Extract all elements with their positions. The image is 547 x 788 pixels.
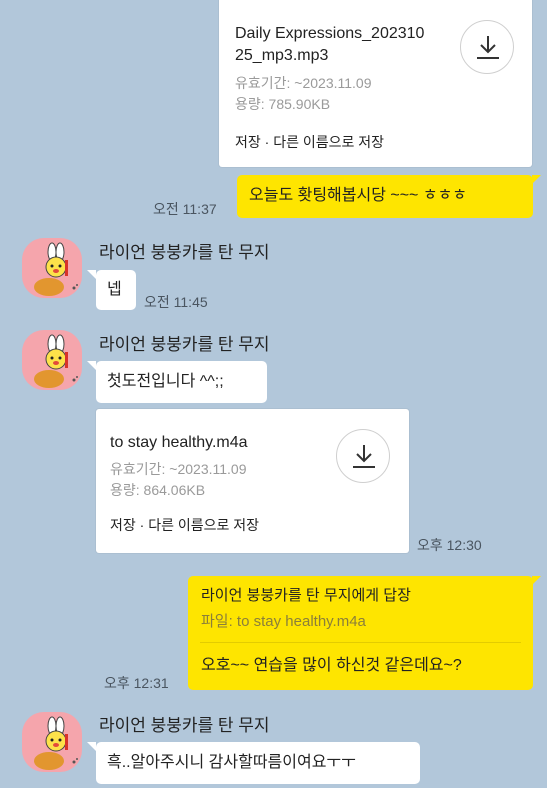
ryan-muzi-avatar-icon — [34, 716, 78, 770]
file-name-line-2: 25_mp3.mp3 — [235, 47, 329, 64]
sender-name: 라이언 붕붕카를 탄 무지 — [99, 335, 270, 354]
bubble-tail — [532, 576, 541, 585]
message-time: 오전 11:37 — [153, 201, 217, 217]
file-size: 용량: 785.90KB — [235, 96, 331, 112]
download-button[interactable] — [336, 429, 390, 483]
sender-avatar[interactable] — [22, 238, 82, 298]
file-name: to stay healthy.m4a — [110, 434, 248, 451]
file-name: Daily Expressions_202310 25_mp3.mp3 — [235, 23, 424, 67]
sender-avatar[interactable] — [22, 330, 82, 390]
reply-message-bubble[interactable]: 라이언 붕붕카를 탄 무지에게 답장 파일: to stay healthy.m… — [188, 576, 533, 690]
reply-to-label: 라이언 붕붕카를 탄 무지에게 답장 — [201, 587, 411, 604]
download-icon — [353, 445, 375, 468]
file-message-card[interactable]: to stay healthy.m4a 유효기간: ~2023.11.09 용량… — [96, 409, 409, 553]
sender-name: 라이언 붕붕카를 탄 무지 — [99, 716, 270, 735]
message-text: 흑..알아주시니 감사할따름이여요ㅜㅜ — [107, 754, 356, 771]
message-time: 오전 11:45 — [144, 294, 208, 310]
message-time: 오후 12:31 — [104, 675, 169, 691]
sender-avatar[interactable] — [22, 712, 82, 772]
file-save-actions[interactable]: 저장 · 다른 이름으로 저장 — [110, 515, 259, 535]
file-message-card[interactable]: Daily Expressions_202310 25_mp3.mp3 유효기간… — [219, 0, 532, 167]
bubble-tail — [532, 175, 541, 184]
bubble-tail — [87, 270, 96, 279]
message-time: 오후 12:30 — [417, 537, 482, 553]
message-text: 오호~~ 연습을 많이 하신것 같은데요~? — [201, 657, 462, 674]
message-bubble-mine[interactable]: 오늘도 홧팅해봅시당 ~~~ ㅎㅎㅎ — [237, 175, 533, 218]
download-icon — [477, 36, 499, 59]
file-size: 용량: 864.06KB — [110, 482, 206, 498]
download-button[interactable] — [460, 20, 514, 74]
quoted-file[interactable]: 파일: to stay healthy.m4a — [201, 611, 366, 633]
ryan-muzi-avatar-icon — [34, 242, 78, 296]
message-bubble-other[interactable]: 넵 — [96, 270, 136, 310]
bubble-tail — [87, 361, 96, 370]
file-validity: 유효기간: ~2023.11.09 — [110, 461, 247, 477]
file-save-actions[interactable]: 저장 · 다른 이름으로 저장 — [235, 132, 384, 152]
message-text: 첫도전입니다 ^^;; — [107, 373, 224, 390]
message-bubble-other[interactable]: 첫도전입니다 ^^;; — [96, 361, 267, 403]
ryan-muzi-avatar-icon — [34, 334, 78, 388]
message-text: 오늘도 홧팅해봅시당 ~~~ ㅎㅎㅎ — [249, 187, 468, 204]
file-name-line-1: Daily Expressions_202310 — [235, 25, 425, 42]
message-bubble-other[interactable]: 흑..알아주시니 감사할따름이여요ㅜㅜ — [96, 742, 420, 784]
sender-name: 라이언 붕붕카를 탄 무지 — [99, 243, 270, 262]
bubble-tail — [87, 742, 96, 751]
file-validity: 유효기간: ~2023.11.09 — [235, 75, 372, 91]
message-text: 넵 — [107, 281, 122, 298]
reply-divider — [200, 642, 521, 643]
